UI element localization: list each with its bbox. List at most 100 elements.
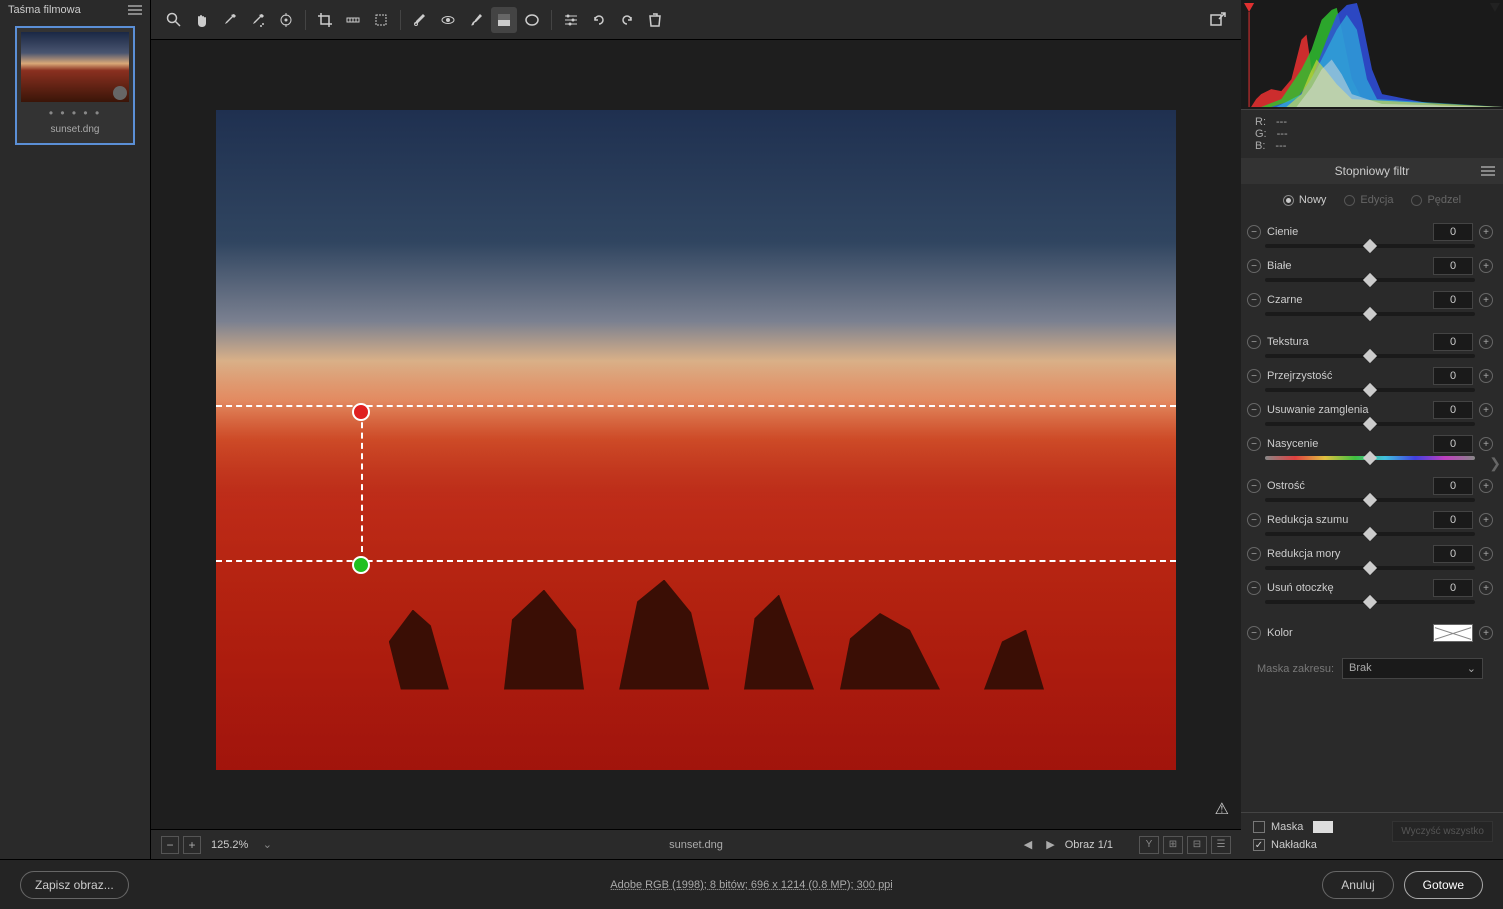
slider-increase[interactable]: + [1479,259,1493,273]
slider-increase[interactable]: + [1479,547,1493,561]
color-increase[interactable]: + [1479,626,1493,640]
slider-increase[interactable]: + [1479,293,1493,307]
slider-track[interactable] [1265,388,1475,392]
slider-decrease[interactable]: − [1247,403,1261,417]
eyedropper-sample-tool-icon[interactable] [245,7,271,33]
radial-filter-tool-icon[interactable] [519,7,545,33]
footer-info[interactable]: Adobe RGB (1998); 8 bitów; 696 x 1214 (0… [610,879,893,891]
zoom-dropdown[interactable]: ⌄ [258,836,276,854]
slider-decrease[interactable]: − [1247,437,1261,451]
slider-decrease[interactable]: − [1247,369,1261,383]
slider-track[interactable] [1265,600,1475,604]
prev-image-button[interactable]: ◀ [1020,838,1036,851]
slider-label: Cienie [1267,226,1427,238]
trash-icon[interactable] [642,7,668,33]
thumbnail[interactable]: • • • • • sunset.dng [15,26,135,145]
rotate-cw-icon[interactable] [614,7,640,33]
gradient-handle-start[interactable] [352,403,370,421]
cancel-button[interactable]: Anuluj [1322,871,1393,899]
slider-increase[interactable]: + [1479,225,1493,239]
slider-decrease[interactable]: − [1247,225,1261,239]
slider-increase[interactable]: + [1479,581,1493,595]
save-image-button[interactable]: Zapisz obraz... [20,871,129,899]
slider-decrease[interactable]: − [1247,513,1261,527]
color-decrease[interactable]: − [1247,626,1261,640]
slider-value[interactable]: 0 [1433,401,1473,419]
slider-value[interactable]: 0 [1433,223,1473,241]
zoom-in-button[interactable]: + [183,836,201,854]
done-button[interactable]: Gotowe [1404,871,1483,899]
slider-increase[interactable]: + [1479,335,1493,349]
zoom-out-button[interactable]: − [161,836,179,854]
slider-value[interactable]: 0 [1433,579,1473,597]
slider-value[interactable]: 0 [1433,435,1473,453]
slider-decrease[interactable]: − [1247,479,1261,493]
slider-value[interactable]: 0 [1433,257,1473,275]
slider-value[interactable]: 0 [1433,333,1473,351]
view-mode-2-icon[interactable]: ⊟ [1187,836,1207,854]
open-external-icon[interactable] [1205,7,1231,33]
brush-tool-icon[interactable] [463,7,489,33]
slider-track[interactable] [1265,244,1475,248]
slider-decrease[interactable]: − [1247,547,1261,561]
slider-increase[interactable]: + [1479,437,1493,451]
view-mode-1-icon[interactable]: ⊞ [1163,836,1183,854]
slider-value[interactable]: 0 [1433,291,1473,309]
slider-track[interactable] [1265,532,1475,536]
slider-label: Usuwanie zamglenia [1267,404,1427,416]
slider-track[interactable] [1265,422,1475,426]
mode-new[interactable]: Nowy [1283,194,1327,206]
warning-icon[interactable]: ⚠ [1215,799,1229,819]
slider-value[interactable]: 0 [1433,511,1473,529]
rotate-ccw-icon[interactable] [586,7,612,33]
filmstrip-menu-icon[interactable] [128,5,142,15]
straighten-tool-icon[interactable] [340,7,366,33]
slider-track[interactable] [1265,278,1475,282]
slider-track[interactable] [1265,566,1475,570]
view-mode-3-icon[interactable]: ☰ [1211,836,1231,854]
zoom-tool-icon[interactable] [161,7,187,33]
slider-increase[interactable]: + [1479,403,1493,417]
slider-decrease[interactable]: − [1247,259,1261,273]
slider-increase[interactable]: + [1479,369,1493,383]
clear-all-button[interactable]: Wyczyść wszystko [1392,821,1493,842]
scroll-indicator-icon[interactable]: ❯ [1489,455,1501,472]
eyedropper-tool-icon[interactable] [217,7,243,33]
slider-decrease[interactable]: − [1247,335,1261,349]
before-after-y-icon[interactable]: Y [1139,836,1159,854]
slider-increase[interactable]: + [1479,513,1493,527]
mask-range-dropdown[interactable]: Brak⌄ [1342,658,1483,679]
panel-footer: Maska Nakładka Wyczyść wszystko [1241,812,1503,859]
graduated-filter-tool-icon[interactable] [491,7,517,33]
sliders-container: ❯ −Cienie0+−Białe0+−Czarne0+−Tekstura0+−… [1241,216,1503,812]
slider-track[interactable] [1265,312,1475,316]
thumbnail-filename: sunset.dng [21,124,129,139]
crop-tool-icon[interactable] [312,7,338,33]
slider-value[interactable]: 0 [1433,477,1473,495]
redeye-tool-icon[interactable] [435,7,461,33]
spot-removal-tool-icon[interactable] [407,7,433,33]
mask-color-swatch[interactable] [1313,821,1333,833]
transform-tool-icon[interactable] [368,7,394,33]
slider-decrease[interactable]: − [1247,293,1261,307]
mode-brush[interactable]: Pędzel [1411,194,1461,206]
color-swatch[interactable] [1433,624,1473,642]
slider-track[interactable] [1265,456,1475,460]
slider-value[interactable]: 0 [1433,367,1473,385]
slider-decrease[interactable]: − [1247,581,1261,595]
slider-increase[interactable]: + [1479,479,1493,493]
histogram[interactable] [1241,0,1503,110]
hand-tool-icon[interactable] [189,7,215,33]
preferences-icon[interactable] [558,7,584,33]
slider-label: Przejrzystość [1267,370,1427,382]
panel-menu-icon[interactable] [1481,166,1495,176]
slider-track[interactable] [1265,354,1475,358]
thumbnail-rating[interactable]: • • • • • [21,102,129,124]
gradient-handle-end[interactable] [352,556,370,574]
target-adjust-tool-icon[interactable] [273,7,299,33]
mode-edit[interactable]: Edycja [1344,194,1393,206]
image-canvas[interactable] [216,110,1176,770]
next-image-button[interactable]: ▶ [1042,838,1058,851]
slider-value[interactable]: 0 [1433,545,1473,563]
slider-track[interactable] [1265,498,1475,502]
